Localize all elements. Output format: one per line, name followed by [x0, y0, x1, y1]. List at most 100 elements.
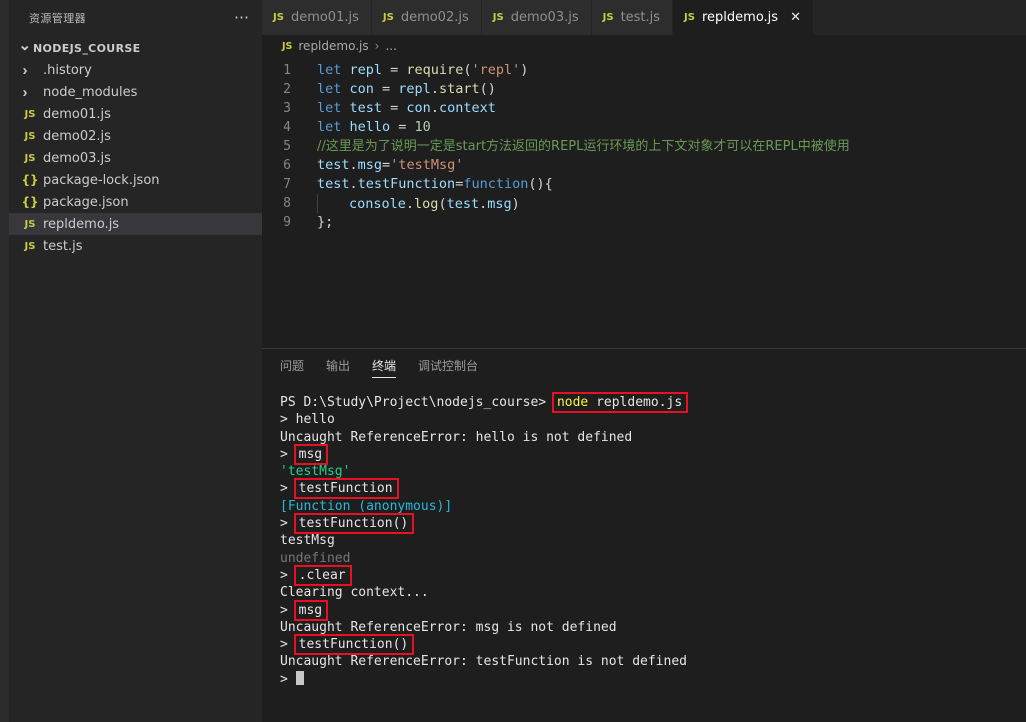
tree-item-demo01-js[interactable]: JS demo01.js	[9, 103, 262, 125]
tab-label: test.js	[620, 10, 661, 25]
code-token: msg	[487, 195, 512, 212]
terminal-line: undefined	[280, 550, 1026, 567]
code-line: 2 let con = repl.start()	[262, 80, 1026, 99]
terminal-output[interactable]: PS D:\Study\Project\nodejs_course> node …	[262, 382, 1026, 722]
tab-label: demo01.js	[290, 10, 359, 25]
terminal-text: testFunction()	[298, 637, 409, 653]
code-line: 4 let hello = 10	[262, 118, 1026, 137]
tree-item-node_modules[interactable]: node_modules	[9, 81, 262, 103]
code-token: con	[406, 100, 431, 116]
terminal-line: > testFunction()	[280, 513, 1026, 535]
chevron-right-icon	[17, 62, 33, 79]
breadcrumb-file[interactable]: repldemo.js	[298, 39, 368, 53]
terminal-text: >	[280, 446, 296, 462]
tree-item-label: repldemo.js	[43, 216, 120, 232]
tree-root-label: NODEJS_COURSE	[33, 41, 141, 55]
highlight-box: testFunction()	[293, 513, 415, 535]
json-file-icon: {}	[21, 195, 39, 209]
terminal-line: > testFunction()	[280, 634, 1026, 656]
js-file-icon: JS	[24, 152, 36, 164]
code-token: =	[390, 119, 415, 135]
tree-item-repldemo-js[interactable]: JS repldemo.js	[9, 213, 262, 235]
tab-label: repldemo.js	[701, 10, 779, 25]
terminal-text: 'testMsg'	[280, 464, 351, 480]
terminal-text: testFunction	[298, 481, 393, 497]
tree-item-demo02-js[interactable]: JS demo02.js	[9, 125, 262, 147]
terminal-text: >	[280, 671, 296, 687]
code-line-text: test.msg='testMsg'	[317, 156, 463, 175]
vscode-window: 资源管理器 ⋯ NODEJS_COURSE .history node_modul…	[0, 0, 1026, 722]
code-token: };	[317, 214, 334, 230]
breadcrumb[interactable]: JS repldemo.js › ...	[262, 35, 1026, 57]
panel-tab-2[interactable]: 终端	[372, 349, 397, 382]
tab-label: demo03.js	[510, 10, 579, 25]
code-token: let	[317, 100, 350, 116]
code-line: 7 test.testFunction=function(){	[262, 175, 1026, 194]
terminal-text: testMsg	[280, 533, 335, 549]
explorer-header: 资源管理器 ⋯	[9, 0, 262, 35]
tree-root-nodejs-course[interactable]: NODEJS_COURSE	[9, 37, 262, 59]
indent-guide	[317, 193, 318, 213]
terminal-text: msg	[298, 602, 323, 618]
highlight-box: testFunction()	[293, 634, 415, 656]
terminal-text: Uncaught ReferenceError: testFunction is…	[280, 654, 687, 670]
chevron-right-icon	[17, 84, 33, 101]
file-tree: NODEJS_COURSE .history node_modules JS demo…	[9, 35, 262, 722]
tree-item--history[interactable]: .history	[9, 59, 262, 81]
terminal-text: >	[280, 481, 296, 497]
terminal-line: Uncaught ReferenceError: hello is not de…	[280, 429, 1026, 446]
code-token: (	[438, 195, 447, 212]
code-token: 10	[414, 119, 431, 135]
js-file-icon: JS	[24, 240, 36, 252]
explorer-title: 资源管理器	[29, 11, 86, 25]
tree-item-package-lock-json[interactable]: {} package-lock.json	[9, 169, 262, 191]
code-token: ()	[479, 81, 496, 97]
panel-tab-3[interactable]: 调试控制台	[418, 349, 478, 382]
tab-demo01-js[interactable]: JS demo01.js	[262, 0, 372, 35]
tree-item-test-js[interactable]: JS test.js	[9, 235, 262, 257]
js-file-icon: JS	[602, 12, 614, 23]
tree-item-demo03-js[interactable]: JS demo03.js	[9, 147, 262, 169]
tab-repldemo-js[interactable]: JS repldemo.js ✕	[673, 0, 814, 35]
code-token: )	[520, 62, 529, 78]
json-file-icon: {}	[21, 173, 39, 187]
panel-tab-0[interactable]: 问题	[280, 349, 304, 382]
code-line-text: let con = repl.start()	[317, 80, 496, 99]
tab-demo02-js[interactable]: JS demo02.js	[371, 0, 482, 35]
code-token: require	[406, 62, 464, 78]
js-file-icon: JS	[382, 12, 394, 23]
terminal-text: msg	[298, 446, 323, 462]
tab-test-js[interactable]: JS test.js	[591, 0, 674, 35]
code-token: )	[511, 195, 520, 212]
tree-item-label: demo03.js	[43, 150, 111, 166]
highlight-box: msg	[293, 443, 329, 465]
line-number: 8	[283, 196, 291, 211]
tab-demo03-js[interactable]: JS demo03.js	[481, 0, 592, 35]
chevron-right-icon: ›	[374, 39, 380, 53]
js-file-icon: JS	[282, 40, 293, 52]
panel-tab-1[interactable]: 输出	[326, 349, 350, 382]
close-icon[interactable]: ✕	[790, 11, 801, 24]
code-token: console	[349, 195, 406, 212]
code-line: 9};	[262, 213, 1026, 232]
code-token: .	[430, 81, 439, 97]
code-token: test	[349, 100, 383, 116]
code-token: con	[349, 81, 374, 97]
line-number: 6	[283, 158, 291, 173]
ellipsis-icon[interactable]: ⋯	[234, 10, 250, 25]
code-token: 'testMsg'	[390, 157, 464, 173]
code-token: .	[479, 195, 488, 212]
code-token: test	[317, 157, 350, 173]
line-number: 2	[283, 82, 291, 97]
code-token: =	[382, 100, 407, 116]
tree-item-label: node_modules	[43, 84, 138, 100]
terminal-text: >	[280, 567, 296, 583]
code-editor[interactable]: 1 let repl = require('repl') 2 let con = re…	[262, 57, 1026, 348]
tree-item-label: demo02.js	[43, 128, 111, 144]
code-token: hello	[349, 119, 391, 135]
code-line-text: };	[317, 213, 333, 232]
breadcrumb-tail[interactable]: ...	[385, 39, 396, 53]
code-token: start	[438, 81, 480, 97]
tree-item-package-json[interactable]: {} package.json	[9, 191, 262, 213]
